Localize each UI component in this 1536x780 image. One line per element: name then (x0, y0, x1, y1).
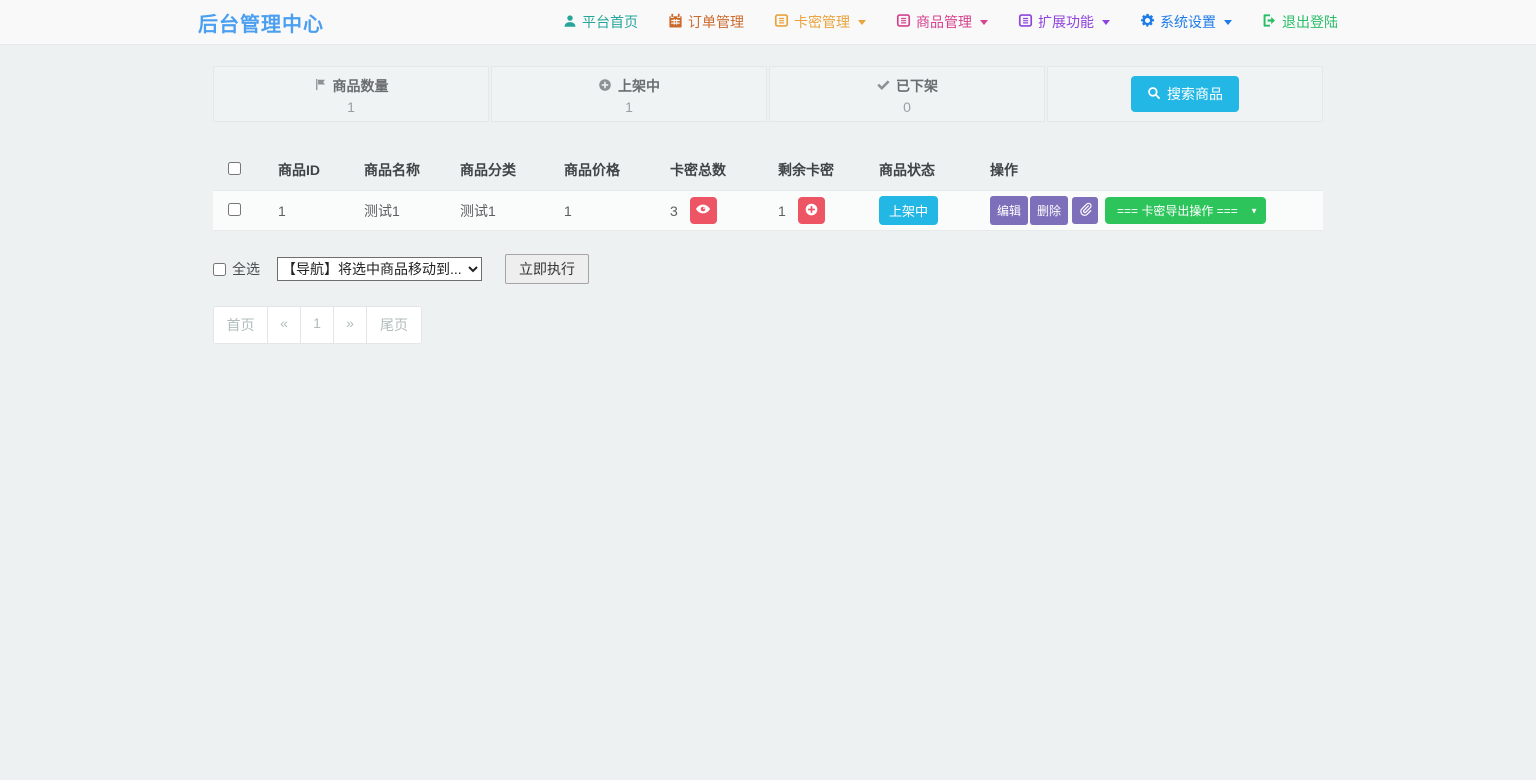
paperclip-icon (1078, 202, 1092, 219)
col-header-category: 商品分类 (452, 148, 556, 191)
col-header-product-name: 商品名称 (356, 148, 452, 191)
nav-item-product-management[interactable]: 商品管理 (896, 12, 988, 32)
list-icon (1018, 13, 1033, 31)
add-cards-button[interactable] (798, 197, 825, 224)
chevron-down-icon (1102, 20, 1110, 25)
execute-button[interactable]: 立即执行 (505, 254, 589, 284)
col-header-remaining-cards: 剩余卡密 (770, 148, 871, 191)
cell-price: 1 (556, 191, 662, 231)
cell-product-name: 测试1 (356, 191, 452, 231)
nav-item-card-management[interactable]: 卡密管理 (774, 12, 866, 32)
eye-icon (695, 201, 711, 220)
nav-item-order-management[interactable]: 订单管理 (668, 12, 744, 32)
check-icon (876, 78, 890, 95)
stat-product-count-value: 1 (214, 99, 488, 115)
pagination-prev[interactable]: « (268, 307, 301, 343)
col-header-price: 商品价格 (556, 148, 662, 191)
select-all-label: 全选 (232, 259, 260, 279)
status-badge: 上架中 (879, 196, 938, 225)
nav-item-logout[interactable]: 退出登陆 (1262, 12, 1338, 32)
products-table: 商品ID 商品名称 商品分类 商品价格 卡密总数 剩余卡密 商品状态 操作 1 … (213, 148, 1323, 231)
pagination-page-1[interactable]: 1 (301, 307, 334, 343)
user-icon (563, 14, 577, 31)
move-to-select[interactable]: 【导航】将选中商品移动到... (277, 257, 482, 281)
cell-remaining-cards: 1 (778, 203, 786, 219)
stat-search-cell: 搜索商品 (1047, 66, 1323, 122)
pagination-last[interactable]: 尾页 (367, 307, 421, 343)
table-header-row: 商品ID 商品名称 商品分类 商品价格 卡密总数 剩余卡密 商品状态 操作 (213, 148, 1323, 191)
stat-on-shelf: 上架中 1 (491, 66, 767, 122)
card-export-select[interactable]: === 卡密导出操作 === (1105, 197, 1266, 224)
nav-item-system-settings[interactable]: 系统设置 (1140, 12, 1232, 32)
cell-product-id: 1 (270, 191, 356, 231)
calendar-icon (668, 13, 683, 31)
nav-item-platform-home[interactable]: 平台首页 (563, 12, 638, 32)
row-checkbox[interactable] (228, 203, 241, 216)
logout-icon (1262, 13, 1277, 31)
brand-title: 后台管理中心 (198, 8, 324, 37)
gear-icon (1140, 13, 1155, 31)
pagination: 首页 « 1 » 尾页 (213, 306, 422, 344)
edit-button[interactable]: 编辑 (990, 196, 1028, 225)
nav-item-extensions[interactable]: 扩展功能 (1018, 12, 1110, 32)
pagination-first[interactable]: 首页 (214, 307, 268, 343)
search-products-button[interactable]: 搜索商品 (1131, 76, 1239, 112)
stats-row: 商品数量 1 上架中 1 已下架 0 搜索商品 (213, 66, 1323, 122)
col-header-status: 商品状态 (871, 148, 982, 191)
list-icon (896, 13, 911, 31)
select-all-checkbox[interactable] (213, 263, 226, 276)
plus-circle-icon (598, 78, 612, 95)
top-navbar: 后台管理中心 平台首页 订单管理 卡密管理 商品管理 扩展 (0, 0, 1536, 45)
delete-button[interactable]: 删除 (1030, 196, 1068, 225)
stat-product-count: 商品数量 1 (213, 66, 489, 122)
flag-icon (314, 78, 327, 94)
stat-on-shelf-value: 1 (492, 99, 766, 115)
plus-circle-icon (804, 202, 819, 220)
pagination-next[interactable]: » (334, 307, 367, 343)
search-icon (1147, 86, 1161, 103)
stat-off-shelf: 已下架 0 (769, 66, 1045, 122)
cell-total-cards: 3 (670, 203, 678, 219)
main-nav: 平台首页 订单管理 卡密管理 商品管理 扩展功能 (563, 12, 1338, 32)
col-header-actions: 操作 (982, 148, 1323, 191)
col-header-total-cards: 卡密总数 (662, 148, 770, 191)
header-checkbox[interactable] (228, 162, 241, 175)
table-row: 1 测试1 测试1 1 3 1 (213, 191, 1323, 231)
col-header-product-id: 商品ID (270, 148, 356, 191)
view-cards-button[interactable] (690, 197, 717, 224)
stat-off-shelf-value: 0 (770, 99, 1044, 115)
chevron-down-icon (1224, 20, 1232, 25)
list-icon (774, 13, 789, 31)
cell-category: 测试1 (452, 191, 556, 231)
chevron-down-icon (980, 20, 988, 25)
attachment-button[interactable] (1072, 197, 1098, 224)
bulk-actions-row: 全选 【导航】将选中商品移动到... 立即执行 (213, 254, 1323, 284)
card-export-select-wrap: === 卡密导出操作 === (1105, 197, 1266, 224)
chevron-down-icon (858, 20, 866, 25)
